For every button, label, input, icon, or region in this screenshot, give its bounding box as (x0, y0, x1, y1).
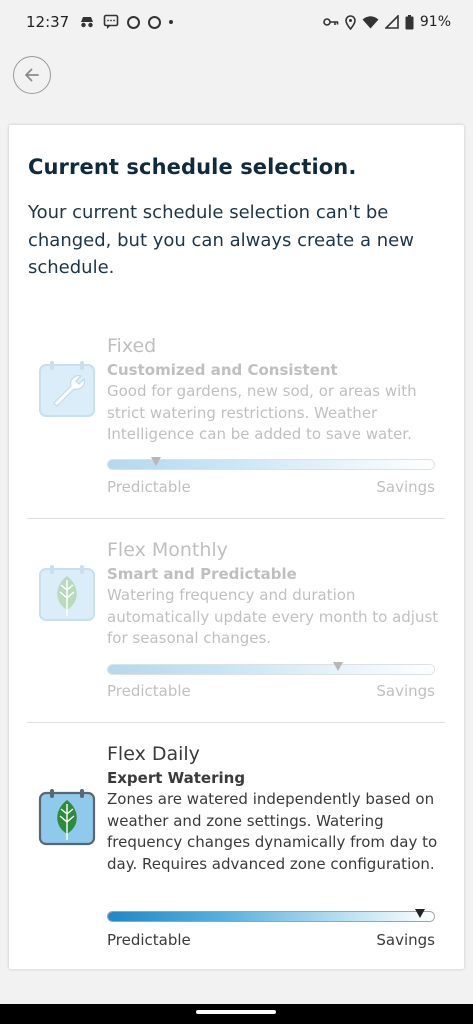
predictable-label: Predictable (107, 682, 191, 700)
slider-fill (108, 665, 434, 674)
option-title: Flex Monthly (107, 539, 228, 561)
option-subtitle: Smart and Predictable (107, 565, 297, 583)
option-slider (107, 911, 435, 922)
home-handle[interactable] (196, 1010, 276, 1014)
slider-fill (108, 912, 434, 921)
leaf-calendar-icon (38, 788, 96, 846)
signal-icon (384, 15, 399, 29)
option-text: Flex Daily Expert Watering Zones are wat… (107, 741, 447, 875)
option-description: Good for gardens, new sod, or areas with… (107, 382, 417, 443)
status-time: 12:37 (26, 13, 70, 31)
option-title: Fixed (107, 335, 157, 357)
savings-label: Savings (376, 478, 435, 496)
option-text: Flex Monthly Smart and Predictable Water… (107, 537, 447, 650)
option-subtitle: Customized and Consistent (107, 361, 338, 379)
option-flex-daily[interactable]: Flex Daily Expert Watering Zones are wat… (27, 741, 447, 951)
option-fixed[interactable]: Fixed Customized and Consistent Good for… (27, 333, 447, 513)
slider-marker (151, 457, 161, 466)
key-icon (323, 18, 339, 26)
schedule-card: Current schedule selection. Your current… (9, 125, 464, 969)
chat-icon (103, 14, 119, 29)
navigation-bar (0, 1004, 473, 1024)
option-divider (27, 518, 445, 519)
savings-label: Savings (376, 931, 435, 949)
card-subtitle: Your current schedule selection can't be… (28, 202, 414, 278)
option-slider (107, 664, 435, 675)
option-description: Zones are watered independently based on… (107, 790, 438, 873)
option-description: Watering frequency and duration automati… (107, 586, 439, 647)
battery-percent: 91% (419, 14, 451, 30)
incognito-icon (81, 17, 94, 28)
leaf-calendar-icon (38, 564, 96, 622)
predictable-label: Predictable (107, 478, 191, 496)
option-divider (27, 722, 445, 723)
card-title: Current schedule selection. (28, 155, 357, 179)
back-arrow-icon (25, 68, 39, 82)
option-flex-monthly[interactable]: Flex Monthly Smart and Predictable Water… (27, 537, 447, 717)
option-title: Flex Daily (107, 743, 200, 765)
option-subtitle: Expert Watering (107, 769, 246, 787)
back-button[interactable] (13, 56, 51, 94)
status-right-icons: 91% (323, 14, 451, 30)
status-bar: 12:37 91% (0, 0, 473, 44)
slider-marker (415, 909, 425, 918)
wrench-calendar-icon (38, 360, 96, 418)
savings-label: Savings (376, 682, 435, 700)
predictable-label: Predictable (107, 931, 191, 949)
circle-icon (148, 15, 162, 29)
dot-icon (169, 20, 174, 24)
location-icon (345, 14, 356, 30)
circle-icon (127, 15, 141, 29)
battery-icon (405, 14, 414, 29)
option-text: Fixed Customized and Consistent Good for… (107, 333, 447, 446)
slider-marker (333, 662, 343, 671)
wifi-icon (362, 15, 379, 28)
status-left-icons (79, 14, 174, 30)
